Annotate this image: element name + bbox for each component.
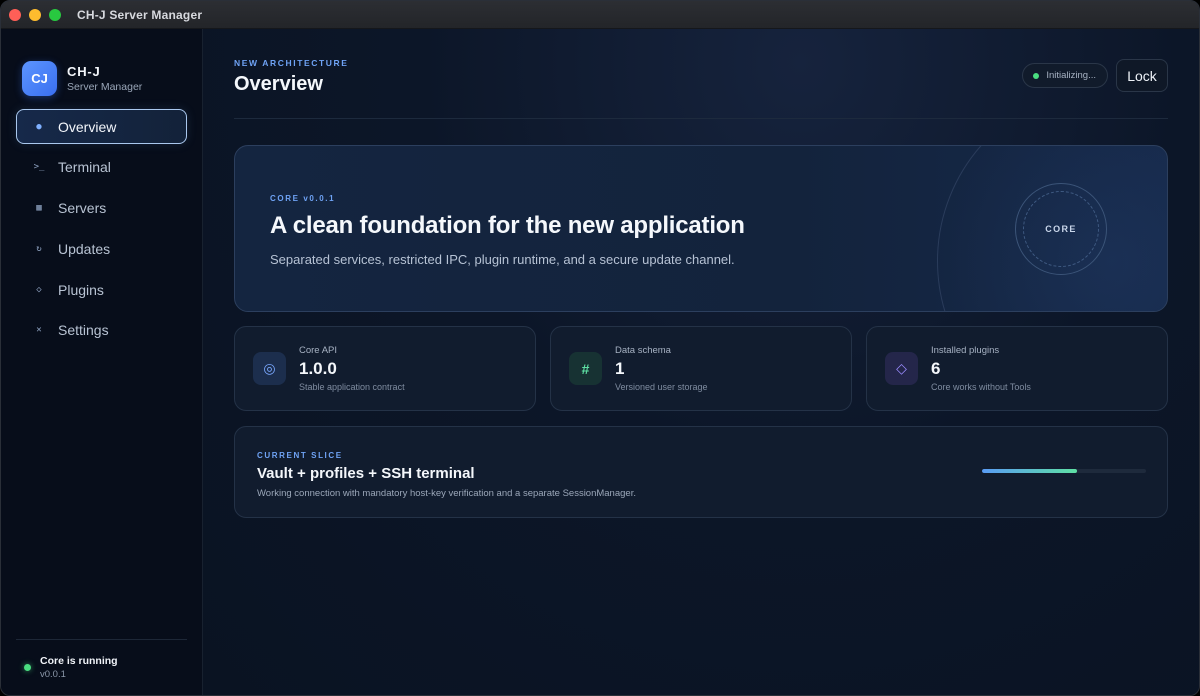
sidebar-item-plugins[interactable]: ◇ Plugins [16, 272, 187, 307]
sidebar-item-servers[interactable]: ▦ Servers [16, 191, 187, 226]
window-title: CH-J Server Manager [77, 7, 203, 22]
page-eyebrow: NEW ARCHITECTURE [234, 58, 349, 68]
settings-icon: ✕ [36, 325, 42, 336]
header-actions: Initializing... Lock [1022, 59, 1168, 92]
hero-title: A clean foundation for the new applicati… [270, 212, 745, 239]
sidebar-nav: ● Overview >_ Terminal ▦ Servers ↻ Updat… [1, 107, 202, 348]
stat-body: Core API 1.0.0 Stable application contra… [299, 345, 405, 392]
brand-name: CH-J [67, 64, 101, 79]
stat-value: 1.0.0 [299, 359, 337, 378]
status-text: Initializing... [1046, 70, 1096, 81]
core-badge-label: CORE [1045, 224, 1077, 234]
core-status: Core is running v0.0.1 [16, 639, 187, 695]
dot-icon: ● [36, 121, 42, 132]
sidebar-item-overview[interactable]: ● Overview [16, 109, 187, 144]
app-window: CH-J Server Manager CJ CH-J Server Manag… [0, 0, 1200, 696]
terminal-icon: >_ [33, 162, 45, 173]
updates-icon: ↻ [36, 243, 42, 254]
sidebar-item-label: Plugins [58, 281, 104, 298]
sidebar-item-updates[interactable]: ↻ Updates [16, 231, 187, 266]
brand-logo: CJ [22, 61, 57, 96]
stat-card-installed-plugins: ◇ Installed plugins 6 Core works without… [866, 326, 1168, 411]
brand-subtitle: Server Manager [67, 81, 143, 93]
plugin-diamond-icon: ◇ [885, 352, 918, 385]
slice-progress-bar [982, 469, 1146, 473]
stats-row: ◎ Core API 1.0.0 Stable application cont… [234, 326, 1168, 411]
core-ring-icon: CORE [1023, 191, 1099, 267]
zoom-window-button[interactable] [49, 8, 61, 21]
sidebar-item-label: Overview [58, 118, 117, 135]
status-dot-icon [1033, 72, 1040, 79]
stat-label: Data schema [615, 345, 671, 356]
page-header: NEW ARCHITECTURE Overview Initializing..… [234, 29, 1168, 119]
stat-label: Installed plugins [931, 345, 1000, 356]
core-badge: CORE [1015, 183, 1107, 275]
status-badge: Initializing... [1022, 63, 1108, 88]
brand-text: CH-J Server Manager [67, 64, 142, 93]
brand: CJ CH-J Server Manager [1, 29, 202, 107]
sidebar: CJ CH-J Server Manager ● Overview >_ Ter… [1, 29, 203, 695]
close-window-button[interactable] [9, 8, 21, 21]
title-bar: CH-J Server Manager [1, 1, 1199, 29]
sidebar-item-label: Updates [58, 240, 111, 257]
stat-body: Installed plugins 6 Core works without T… [931, 345, 1031, 392]
sidebar-item-label: Terminal [58, 159, 111, 176]
status-dot-icon [24, 664, 31, 671]
core-version: v0.0.1 [40, 669, 66, 680]
stat-description: Core works without Tools [931, 382, 1031, 392]
slice-eyebrow: CURRENT SLICE [257, 451, 343, 460]
sidebar-item-settings[interactable]: ✕ Settings [16, 313, 187, 348]
stat-card-core-api: ◎ Core API 1.0.0 Stable application cont… [234, 326, 536, 411]
app-body: CJ CH-J Server Manager ● Overview >_ Ter… [1, 29, 1199, 695]
sidebar-item-label: Servers [58, 200, 107, 217]
hash-icon: # [569, 352, 602, 385]
servers-icon: ▦ [36, 203, 42, 214]
hero-card: CORE v0.0.1 A clean foundation for the n… [234, 145, 1168, 312]
lock-button[interactable]: Lock [1116, 59, 1168, 92]
hero-description: Separated services, restricted IPC, plug… [270, 252, 735, 267]
slice-progress-fill [982, 469, 1078, 473]
sidebar-item-terminal[interactable]: >_ Terminal [16, 150, 187, 185]
stat-body: Data schema 1 Versioned user storage [615, 345, 708, 392]
stat-label: Core API [299, 345, 338, 356]
core-api-icon: ◎ [253, 352, 286, 385]
main-content: NEW ARCHITECTURE Overview Initializing..… [203, 29, 1199, 695]
window-controls [9, 8, 61, 21]
plugins-icon: ◇ [36, 284, 42, 295]
stat-description: Stable application contract [299, 382, 405, 392]
sidebar-item-label: Settings [58, 322, 109, 339]
hero-eyebrow: CORE v0.0.1 [270, 194, 336, 203]
minimize-window-button[interactable] [29, 8, 41, 21]
core-status-text: Core is running v0.0.1 [40, 655, 118, 680]
page-title: Overview [234, 73, 323, 95]
slice-title: Vault + profiles + SSH terminal [257, 465, 475, 482]
core-status-title: Core is running [40, 655, 118, 667]
current-slice-card: CURRENT SLICE Vault + profiles + SSH ter… [234, 426, 1168, 518]
slice-description: Working connection with mandatory host-k… [257, 488, 636, 499]
stat-value: 1 [615, 359, 625, 378]
stat-description: Versioned user storage [615, 382, 708, 392]
stat-card-data-schema: # Data schema 1 Versioned user storage [550, 326, 852, 411]
stat-value: 6 [931, 359, 941, 378]
